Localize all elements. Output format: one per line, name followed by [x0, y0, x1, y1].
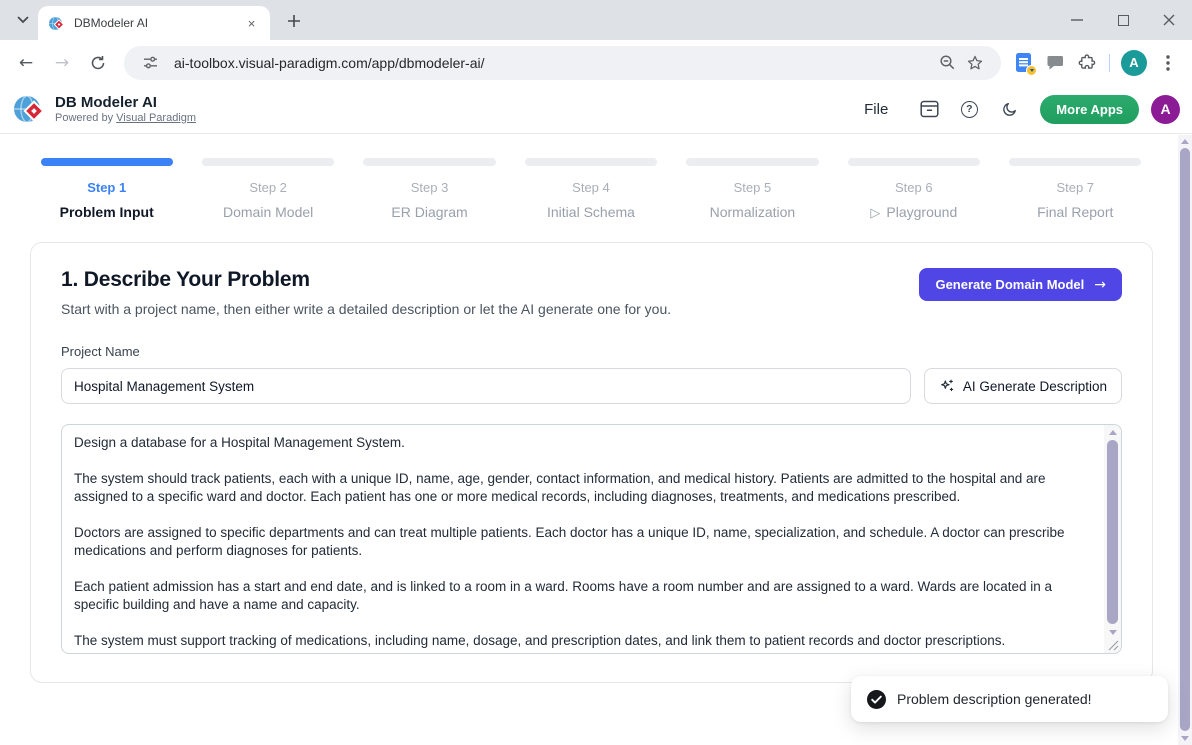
play-icon: ▷ [870, 206, 880, 221]
step-3-progress-bar [363, 158, 495, 166]
step-label: ▷ Playground [833, 204, 994, 221]
step-1-progress-bar [41, 158, 173, 166]
ai-generate-description-button[interactable]: AI Generate Description [924, 368, 1122, 404]
tab-title: DBModeler AI [74, 16, 243, 30]
page-scroll-down-arrow-icon[interactable] [1181, 736, 1189, 741]
step-7-progress-bar [1009, 158, 1141, 166]
more-apps-button[interactable]: More Apps [1040, 95, 1139, 124]
step-4-progress-bar [525, 158, 657, 166]
url-text[interactable]: ai-toolbox.visual-paradigm.com/app/dbmod… [174, 55, 933, 71]
scroll-down-arrow-icon[interactable] [1109, 630, 1117, 635]
step-3-er-diagram[interactable]: Step 3 ER Diagram [349, 158, 510, 221]
browser-profile-avatar[interactable]: A [1121, 50, 1147, 76]
help-icon[interactable]: ? [952, 92, 986, 126]
window-controls [1054, 0, 1192, 40]
dark-mode-moon-icon[interactable] [992, 92, 1026, 126]
step-number: Step 7 [995, 180, 1156, 195]
window-maximize-button[interactable] [1100, 0, 1146, 40]
step-label: Final Report [995, 204, 1156, 220]
page-scrollbar-thumb[interactable] [1180, 148, 1190, 731]
toast-message: Problem description generated! [897, 691, 1092, 707]
step-wizard: Step 1 Problem Input Step 2 Domain Model… [0, 135, 1178, 221]
step-number: Step 2 [187, 180, 348, 195]
comment-annotation-icon[interactable] [1039, 47, 1071, 79]
step-2-progress-bar [202, 158, 334, 166]
browser-toolbar: ← → ai-toolbox.visual-paradigm.com/app/d… [0, 40, 1192, 85]
step-6-playground[interactable]: Step 6 ▷ Playground [833, 158, 994, 221]
page-scroll-up-arrow-icon[interactable] [1181, 139, 1189, 144]
step-6-progress-bar [848, 158, 980, 166]
ai-generate-label: AI Generate Description [963, 379, 1107, 394]
step-number: Step 5 [672, 180, 833, 195]
toolbar-divider [1109, 54, 1110, 72]
new-tab-button[interactable] [283, 10, 305, 32]
description-field-container: Design a database for a Hospital Managem… [61, 424, 1122, 654]
success-check-icon [867, 690, 886, 709]
sparkles-icon [939, 378, 955, 394]
card-subtitle: Start with a project name, then either w… [61, 301, 671, 317]
step-5-normalization[interactable]: Step 5 Normalization [672, 158, 833, 221]
textarea-scrollbar-thumb[interactable] [1107, 440, 1118, 624]
step-number: Step 1 [26, 180, 187, 195]
zoom-page-icon[interactable] [933, 49, 961, 77]
scroll-up-arrow-icon[interactable] [1109, 430, 1117, 435]
visual-paradigm-favicon-icon [48, 15, 65, 32]
step-7-final-report[interactable]: Step 7 Final Report [995, 158, 1156, 221]
reload-button[interactable] [80, 45, 116, 81]
step-label: ER Diagram [349, 204, 510, 220]
step-number: Step 4 [510, 180, 671, 195]
generate-button-label: Generate Domain Model [935, 277, 1084, 292]
generate-domain-model-button[interactable]: Generate Domain Model → [919, 268, 1122, 301]
browser-tab-strip: DBModeler AI × [0, 0, 1192, 40]
save-project-icon[interactable] [912, 92, 946, 126]
visual-paradigm-link[interactable]: Visual Paradigm [116, 112, 196, 124]
window-close-button[interactable] [1146, 0, 1192, 40]
project-name-input[interactable] [61, 368, 911, 404]
step-number: Step 6 [833, 180, 994, 195]
app-header: DB Modeler AI Powered by Visual Paradigm… [0, 85, 1192, 134]
app-user-avatar[interactable]: A [1151, 95, 1180, 124]
window-minimize-button[interactable] [1054, 0, 1100, 40]
step-label: Normalization [672, 204, 833, 220]
site-settings-tune-icon[interactable] [136, 49, 164, 77]
docs-offline-extension-icon[interactable] [1007, 47, 1039, 79]
step-label: Initial Schema [510, 204, 671, 220]
textarea-resize-grip[interactable] [1108, 640, 1119, 651]
visual-paradigm-logo [12, 92, 46, 126]
address-bar[interactable]: ai-toolbox.visual-paradigm.com/app/dbmod… [124, 46, 1001, 80]
page-content: Step 1 Problem Input Step 2 Domain Model… [0, 135, 1178, 745]
page-scrollbar[interactable] [1178, 135, 1192, 745]
project-name-label: Project Name [61, 344, 1122, 359]
toast-notification: Problem description generated! [851, 676, 1168, 722]
app-title: DB Modeler AI [55, 94, 196, 111]
file-menu[interactable]: File [854, 95, 898, 124]
back-button[interactable]: ← [8, 45, 44, 81]
problem-description-textarea[interactable]: Design a database for a Hospital Managem… [62, 425, 1103, 653]
step-label-text: Playground [886, 204, 957, 220]
powered-by-prefix: Powered by [55, 112, 116, 124]
browser-tab[interactable]: DBModeler AI × [38, 6, 270, 40]
extensions-puzzle-icon[interactable] [1071, 47, 1103, 79]
step-1-problem-input[interactable]: Step 1 Problem Input [26, 158, 187, 221]
tab-close-icon[interactable]: × [243, 15, 260, 32]
arrow-right-icon: → [1094, 277, 1106, 293]
step-5-progress-bar [686, 158, 818, 166]
step-label: Problem Input [26, 204, 187, 220]
textarea-scrollbar[interactable] [1104, 425, 1121, 653]
powered-by: Powered by Visual Paradigm [55, 111, 196, 125]
bookmark-star-icon[interactable] [961, 49, 989, 77]
forward-button[interactable]: → [44, 45, 80, 81]
tab-search-chevron-icon[interactable] [10, 9, 36, 31]
problem-input-card: 1. Describe Your Problem Start with a pr… [30, 242, 1153, 683]
step-2-domain-model[interactable]: Step 2 Domain Model [187, 158, 348, 221]
browser-menu-kebab-icon[interactable] [1152, 47, 1184, 79]
step-number: Step 3 [349, 180, 510, 195]
step-4-initial-schema[interactable]: Step 4 Initial Schema [510, 158, 671, 221]
step-label: Domain Model [187, 204, 348, 220]
card-title: 1. Describe Your Problem [61, 268, 671, 292]
